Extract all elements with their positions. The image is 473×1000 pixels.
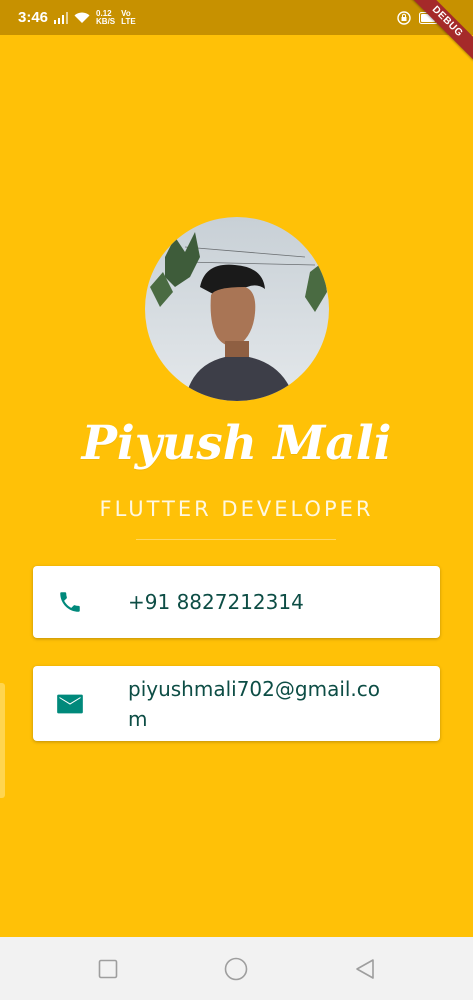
profile-title: FLUTTER DEVELOPER — [99, 497, 374, 521]
signal-icon — [54, 11, 69, 24]
divider — [136, 539, 336, 540]
edge-panel-handle[interactable] — [0, 683, 5, 798]
status-bar: 3:46 0.12 KB/S Vo LTE — [0, 0, 473, 35]
status-time: 3:46 — [18, 9, 49, 26]
recents-button[interactable] — [96, 957, 120, 981]
wifi-icon — [74, 12, 90, 24]
back-button[interactable] — [353, 957, 377, 981]
email-card[interactable]: piyushmali702@gmail.com — [33, 666, 440, 741]
navigation-bar — [0, 937, 473, 1000]
profile-name: Piyush Mali — [81, 416, 392, 471]
volte-indicator: Vo LTE — [121, 9, 136, 26]
mail-icon — [56, 690, 84, 718]
email-address: piyushmali702@gmail.com — [128, 676, 381, 731]
status-left: 3:46 0.12 KB/S Vo LTE — [18, 9, 136, 26]
home-button[interactable] — [224, 957, 248, 981]
avatar — [145, 217, 329, 401]
rotation-lock-icon — [397, 10, 411, 25]
network-speed-unit: KB/S — [96, 16, 116, 26]
network-speed: 0.12 KB/S — [96, 9, 116, 26]
volte-bottom: LTE — [121, 16, 136, 26]
phone-number: +91 8827212314 — [128, 590, 304, 614]
phone-icon — [56, 588, 84, 616]
phone-card[interactable]: +91 8827212314 — [33, 566, 440, 638]
